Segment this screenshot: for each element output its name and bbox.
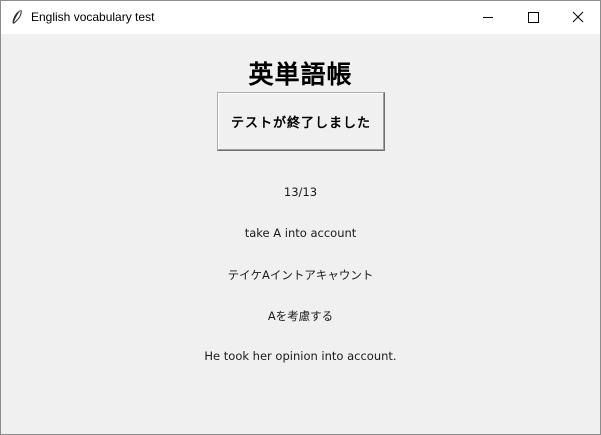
word-meaning: Aを考慮する — [267, 309, 334, 323]
title-bar[interactable]: English vocabulary test — [1, 1, 600, 34]
vocabulary-word: take A into account — [244, 226, 357, 240]
feather-icon — [10, 9, 24, 25]
minimize-icon — [483, 17, 493, 18]
progress-counter: 13/13 — [283, 185, 318, 199]
main-content: 英単語帳 テストが終了しました 13/13 take A into accoun… — [1, 34, 600, 434]
window-title: English vocabulary test — [31, 10, 155, 24]
close-icon — [572, 11, 584, 23]
app-window: English vocabulary test 英単語帳 テストが終了しました … — [0, 0, 601, 435]
maximize-icon — [528, 12, 539, 23]
minimize-button[interactable] — [465, 1, 511, 34]
maximize-button[interactable] — [510, 1, 556, 34]
page-title: 英単語帳 — [248, 60, 353, 89]
word-reading: テイケAイントアキャウント — [227, 268, 374, 282]
close-button[interactable] — [555, 1, 601, 34]
example-sentence: He took her opinion into account. — [204, 349, 397, 363]
test-finished-button[interactable]: テストが終了しました — [217, 92, 385, 151]
